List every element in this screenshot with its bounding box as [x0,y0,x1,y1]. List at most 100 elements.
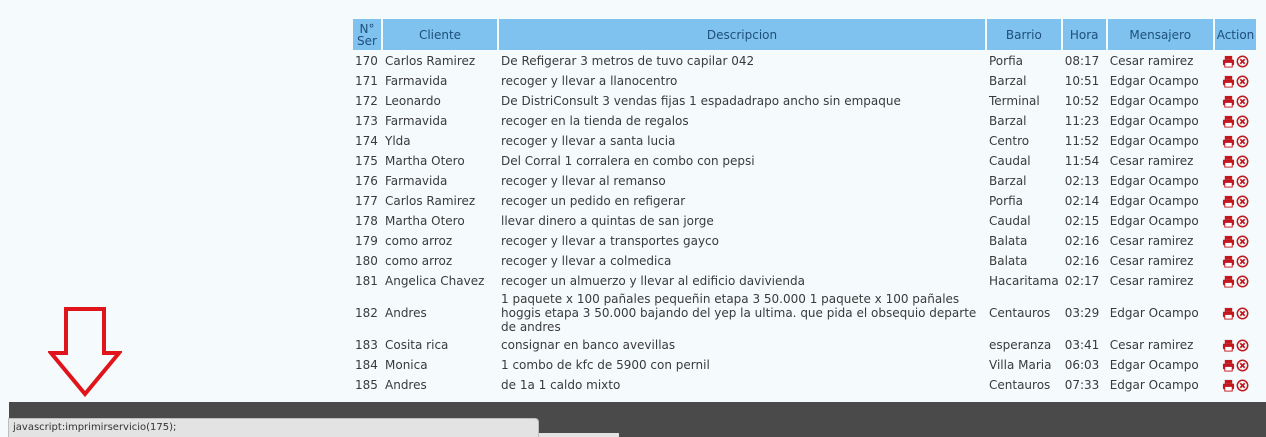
cell-descripcion: de 1a 1 caldo mixto [501,378,621,392]
cell-action [1215,112,1257,130]
print-icon[interactable] [1222,215,1235,228]
cell-descripcion: recoger y llevar a transportes gayco [501,234,719,248]
cell-hora: 06:03 [1064,358,1100,372]
cancel-icon[interactable] [1236,359,1249,372]
print-icon[interactable] [1222,115,1235,128]
table-row: 180 como arroz recoger y llevar a colmedic… [353,252,1256,270]
cell-hora: 11:52 [1064,134,1100,148]
table-row: 184 Monica 1 combo de kfc de 5900 con pern… [353,356,1256,374]
cell-mensajero: Edgar Ocampo [1109,134,1199,148]
cell-hora: 02:16 [1064,254,1100,268]
cell-hora: 02:14 [1064,194,1100,208]
cell-action [1215,292,1257,334]
cell-hora: 02:15 [1064,214,1100,228]
cell-cliente: Martha Otero [385,154,465,168]
cancel-icon[interactable] [1236,235,1249,248]
table-row: 170 Carlos Ramirez De Refigerar 3 metros d… [353,52,1256,70]
cell-cliente: Ylda [385,134,411,148]
cell-descripcion-text: 1 paquete x 100 pañales pequeñin etapa 3… [501,292,977,334]
cell-cliente: como arroz [385,254,453,268]
action-buttons [1217,115,1255,128]
cell-mensajero: Edgar Ocampo [1109,194,1199,208]
cell-descripcion: recoger y llevar a llanocentro [501,74,678,88]
cell-num: 184 [355,358,378,372]
cancel-icon[interactable] [1236,275,1249,288]
table-row: 176 Farmavida recoger y llevar al remanso B… [353,172,1256,190]
action-buttons [1217,135,1255,148]
cancel-icon[interactable] [1236,95,1249,108]
cancel-icon[interactable] [1236,379,1249,392]
cancel-icon[interactable] [1236,55,1249,68]
print-icon[interactable] [1222,95,1235,108]
table-row: 172 Leonardo De DistriConsult 3 vendas fij… [353,92,1256,110]
cancel-icon[interactable] [1236,215,1249,228]
print-icon[interactable] [1222,175,1235,188]
cell-hora: 08:17 [1064,54,1100,68]
cell-action [1215,192,1257,210]
cell-mensajero: Edgar Ocampo [1109,358,1199,372]
cell-num: 171 [355,74,378,88]
cell-mensajero: Cesar ramirez [1109,338,1194,352]
cell-num: 183 [355,338,378,352]
cancel-icon[interactable] [1236,195,1249,208]
cell-num: 179 [355,234,378,248]
cell-action [1215,132,1257,150]
print-icon[interactable] [1222,55,1235,68]
print-icon[interactable] [1222,255,1235,268]
header-descripcion: Descripcion [499,19,985,50]
table-row: 185 Andres de 1a 1 caldo mixto Centauros 07:… [353,376,1256,394]
print-icon[interactable] [1222,135,1235,148]
cell-action [1215,356,1257,374]
cancel-icon[interactable] [1236,115,1249,128]
action-buttons [1217,95,1255,108]
cell-descripcion: De DistriConsult 3 vendas fijas 1 espada… [501,94,901,108]
cell-hora: 11:54 [1064,154,1100,168]
cell-num: 176 [355,174,378,188]
cell-cliente: como arroz [385,234,453,248]
print-icon[interactable] [1222,75,1235,88]
cell-mensajero: Cesar ramirez [1109,234,1194,248]
cell-barrio: Barzal [989,114,1027,128]
cell-action [1215,72,1257,90]
cancel-icon[interactable] [1236,75,1249,88]
cell-num: 175 [355,154,378,168]
print-icon[interactable] [1222,339,1235,352]
cell-num: 180 [355,254,378,268]
cell-num: 177 [355,194,378,208]
cell-cliente: Leonardo [385,94,441,108]
print-icon[interactable] [1222,359,1235,372]
table-row: 179 como arroz recoger y llevar a transpor… [353,232,1256,250]
cell-barrio: Porfia [989,194,1023,208]
red-down-arrow-icon [48,307,122,397]
cancel-icon[interactable] [1236,155,1249,168]
print-icon[interactable] [1222,155,1235,168]
cell-barrio: Balata [989,234,1028,248]
cell-barrio: esperanza [989,338,1052,352]
action-buttons [1217,379,1255,392]
print-icon[interactable] [1222,235,1235,248]
cancel-icon[interactable] [1236,175,1249,188]
print-icon[interactable] [1222,275,1235,288]
cell-num: 172 [355,94,378,108]
cell-cliente: Farmavida [385,74,448,88]
print-icon[interactable] [1222,379,1235,392]
action-buttons [1217,195,1255,208]
print-icon[interactable] [1222,195,1235,208]
cancel-icon[interactable] [1236,307,1249,320]
cancel-icon[interactable] [1236,135,1249,148]
cancel-icon[interactable] [1236,255,1249,268]
cell-hora: 03:41 [1064,338,1100,352]
cell-num: 178 [355,214,378,228]
print-icon[interactable] [1222,307,1235,320]
cell-descripcion: consignar en banco avevillas [501,338,676,352]
cell-hora: 07:33 [1064,378,1100,392]
cancel-icon[interactable] [1236,339,1249,352]
action-buttons [1217,339,1255,352]
cell-cliente: Andres [385,378,427,392]
cell-hora: 10:51 [1064,74,1100,88]
cell-mensajero: Edgar Ocampo [1109,378,1199,392]
services-table: N° Ser Cliente Descripcion Barrio Hora M… [351,17,1258,396]
header-row: N° Ser Cliente Descripcion Barrio Hora M… [353,19,1257,50]
cell-num: 181 [355,274,378,288]
cell-barrio: Barzal [989,74,1027,88]
